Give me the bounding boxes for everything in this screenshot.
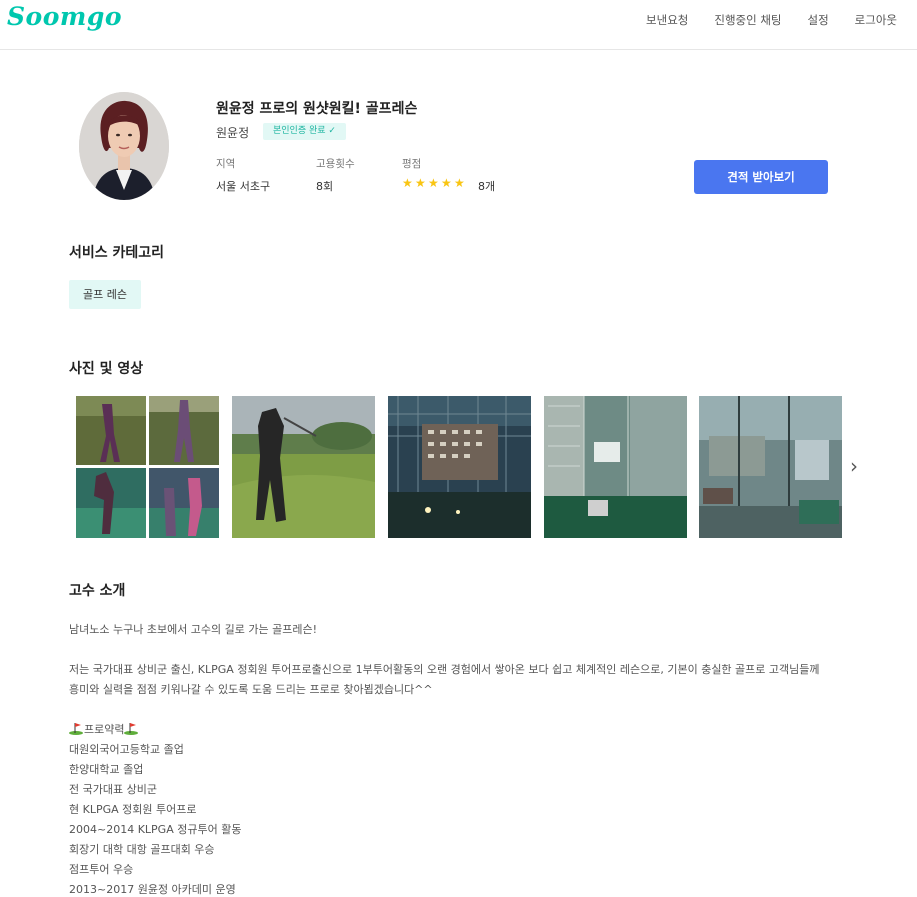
top-header: Soomgo 보낸요청 진행중인 채팅 설정 로그아웃 [0, 0, 917, 50]
star-icon: ★ [415, 176, 426, 190]
intro-line: 남녀노소 누구나 초보에서 고수의 길로 가는 골프레슨! [69, 623, 318, 636]
intro-line [69, 640, 859, 660]
hire-count-value: 8회 [316, 180, 334, 193]
get-quote-button[interactable]: 견적 받아보기 [694, 160, 828, 194]
nav-logout[interactable]: 로그아웃 [855, 12, 897, 28]
photo-thumbnail-golf-collage[interactable] [76, 396, 219, 538]
intro-line: 회장기 대학 대항 골프대회 우승 [69, 843, 215, 856]
intro-line: 흥미와 실력을 점점 키워나갈 수 있도록 도움 드리는 프로로 찾아뵙겠습니다… [69, 683, 433, 696]
intro-line: 현 KLPGA 정회원 투어프로 [69, 803, 197, 816]
top-nav: 보낸요청 진행중인 채팅 설정 로그아웃 [646, 12, 897, 28]
photo-thumbnail-indoor-range[interactable] [544, 396, 687, 538]
profile-title: 원윤정 프로의 원샷원킬! 골프레슨 [216, 101, 418, 117]
intro-line: 대원외국어고등학교 졸업 [69, 743, 184, 756]
career-heading-label: 프로약력 [84, 723, 125, 736]
golf-flag-icon [124, 722, 139, 735]
chevron-right-icon[interactable]: › [850, 456, 864, 478]
pro-name: 원윤정 [216, 126, 250, 140]
region-label: 지역 [216, 158, 236, 170]
media-title: 사진 및 영상 [69, 361, 144, 377]
star-icon: ★ [402, 176, 413, 190]
intro-title: 고수 소개 [69, 583, 126, 599]
rating-label: 평점 [402, 158, 422, 170]
star-icon: ★ [428, 176, 439, 190]
review-count[interactable]: 8개 [478, 178, 495, 194]
photo-thumbnail-outdoor-swing[interactable] [232, 396, 375, 538]
intro-career-heading: 프로약력 [69, 720, 859, 740]
intro-line: 전 국가대표 상비군 [69, 783, 157, 796]
nav-settings[interactable]: 설정 [808, 12, 829, 28]
profile-avatar [79, 92, 169, 200]
intro-text: 남녀노소 누구나 초보에서 고수의 길로 가는 골프레슨! 저는 국가대표 상비… [69, 620, 859, 897]
intro-line: 2004~2014 KLPGA 정규투어 활동 [69, 823, 242, 836]
star-icon: ★ [454, 176, 465, 190]
verified-badge: 본인인증 완료 ✓ [263, 123, 346, 140]
soomgo-logo[interactable]: Soomgo [7, 2, 122, 31]
nav-active-chats[interactable]: 진행중인 채팅 [714, 12, 781, 28]
intro-line [69, 700, 859, 720]
rating-stars: ★ ★ ★ ★ ★ [402, 177, 466, 189]
intro-line: 저는 국가대표 상비군 출신, KLPGA 정회원 투어프로출신으로 1부투어활… [69, 663, 820, 676]
nav-sent-requests[interactable]: 보낸요청 [646, 12, 688, 28]
intro-line: 점프투어 우승 [69, 863, 134, 876]
intro-line: 2013~2017 원윤정 아카데미 운영 [69, 883, 236, 896]
photo-thumbnail-driving-range-night[interactable] [388, 396, 531, 538]
photo-thumbnail-glass-interior[interactable] [699, 396, 842, 538]
golf-flag-icon [69, 722, 84, 735]
hire-count-label: 고용횟수 [316, 158, 355, 170]
service-category-title: 서비스 카테고리 [69, 245, 165, 261]
category-chip[interactable]: 골프 레슨 [69, 280, 141, 309]
star-icon: ★ [441, 176, 452, 190]
region-value: 서울 서초구 [216, 180, 271, 193]
intro-line: 한양대학교 졸업 [69, 763, 144, 776]
